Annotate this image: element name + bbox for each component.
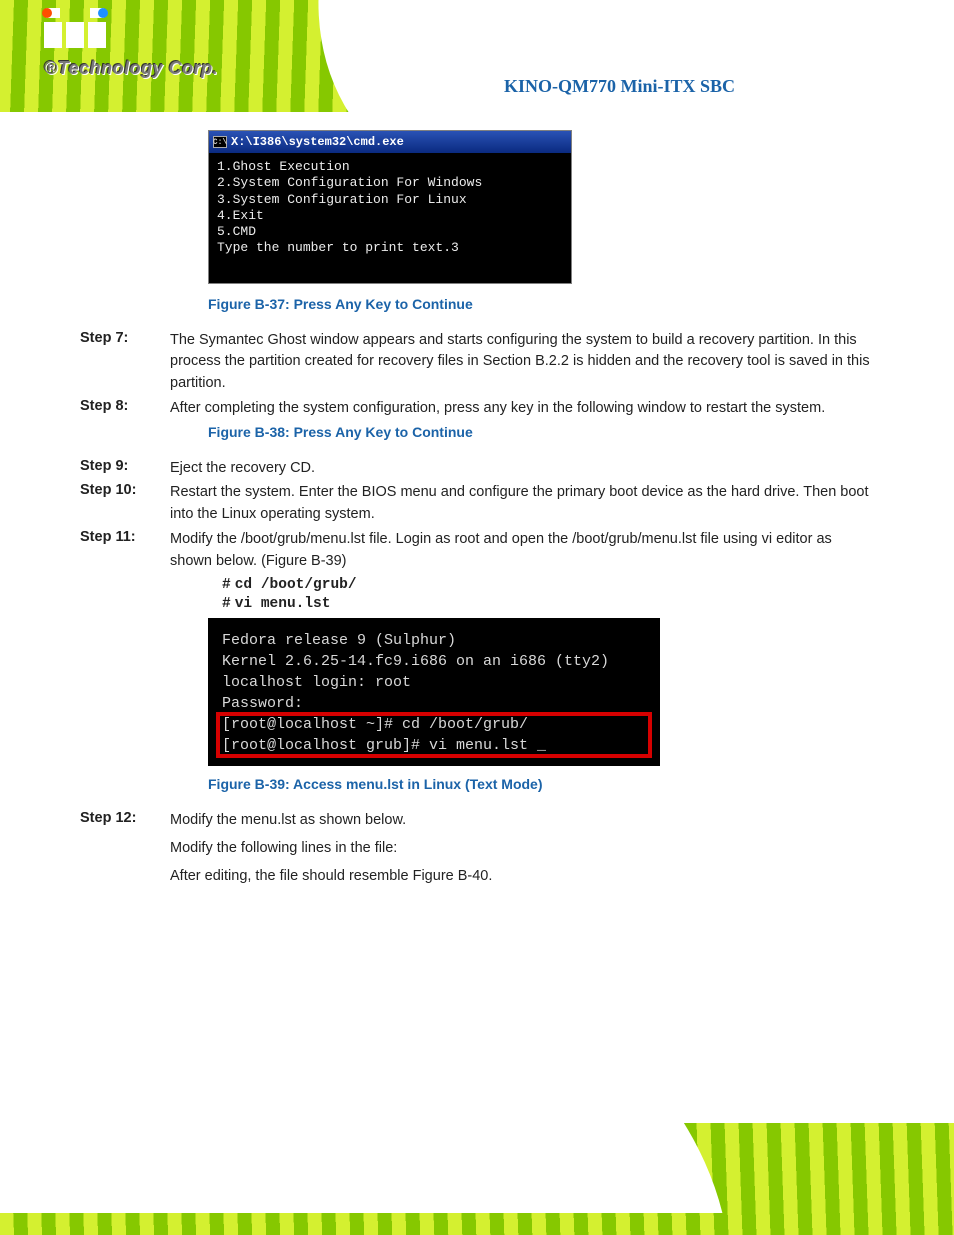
logo-text: ®Technology Corp.	[44, 58, 218, 79]
step-row: Step 9: Eject the recovery CD.	[80, 458, 874, 480]
cmd-line: 2.System Configuration For Windows	[217, 175, 482, 190]
figure-caption: Figure B-39: Access menu.lst in Linux (T…	[208, 776, 874, 792]
step-list: Step 12: Modify the menu.lst as shown be…	[80, 810, 874, 832]
logo-block: ®Technology Corp.	[44, 22, 218, 79]
cmd-titlebar: C:\ X:\I386\system32\cmd.exe	[209, 131, 571, 153]
cmd-title: X:\I386\system32\cmd.exe	[231, 135, 404, 149]
command-bullet: # cd /boot/grub/	[222, 576, 874, 593]
step-label: Step 10:	[80, 482, 170, 526]
cmd-line: 4.Exit	[217, 208, 264, 223]
step-row: Step 7: The Symantec Ghost window appear…	[80, 330, 874, 395]
page-content: C:\ X:\I386\system32\cmd.exe 1.Ghost Exe…	[0, 112, 954, 894]
cmd-line: 5.CMD	[217, 224, 256, 239]
step-label: Step 12:	[80, 810, 170, 832]
paragraph: Modify the following lines in the file:	[170, 838, 874, 860]
prompt: #	[222, 596, 231, 612]
step-label: Step 8:	[80, 398, 170, 420]
logo-letter	[44, 22, 62, 48]
product-title: KINO-QM770 Mini-ITX SBC	[504, 76, 735, 97]
header-banner: ®Technology Corp. KINO-QM770 Mini-ITX SB…	[0, 0, 954, 112]
figure-caption: Figure B-38: Press Any Key to Continue	[208, 424, 874, 440]
term-line: Fedora release 9 (Sulphur)	[208, 630, 660, 651]
step-text: Eject the recovery CD.	[170, 458, 874, 480]
step-label: Step 9:	[80, 458, 170, 480]
step-text: After completing the system configuratio…	[170, 398, 874, 420]
term-line: Password:	[208, 693, 660, 714]
step-row: Step 11: Modify the /boot/grub/menu.lst …	[80, 529, 874, 573]
step-text: Modify the /boot/grub/menu.lst file. Log…	[170, 529, 874, 573]
linux-terminal: Fedora release 9 (Sulphur) Kernel 2.6.25…	[208, 618, 660, 766]
step-list: Step 9: Eject the recovery CD. Step 10: …	[80, 458, 874, 573]
logo-letter	[66, 22, 84, 48]
command-text: cd /boot/grub/	[235, 577, 357, 593]
cmd-icon: C:\	[213, 136, 227, 148]
logo-letter	[88, 22, 106, 48]
step-label: Step 11:	[80, 529, 170, 573]
figure-caption: Figure B-37: Press Any Key to Continue	[208, 296, 874, 312]
step-text: Restart the system. Enter the BIOS menu …	[170, 482, 874, 526]
logo-prefix: ®	[44, 58, 58, 78]
footer-banner	[0, 1123, 954, 1235]
step-label: Step 7:	[80, 330, 170, 395]
term-line: [root@localhost grub]# vi menu.lst _	[208, 735, 660, 756]
step-list: Step 7: The Symantec Ghost window appear…	[80, 330, 874, 420]
cmd-body: 1.Ghost Execution 2.System Configuration…	[209, 153, 571, 283]
term-line: Kernel 2.6.25-14.fc9.i686 on an i686 (tt…	[208, 651, 660, 672]
logo-name: Technology Corp.	[58, 58, 218, 78]
term-line: localhost login: root	[208, 672, 660, 693]
cmd-line: Type the number to print text.3	[217, 240, 459, 255]
prompt: #	[222, 577, 231, 593]
cmd-line: 1.Ghost Execution	[217, 159, 350, 174]
cmd-window: C:\ X:\I386\system32\cmd.exe 1.Ghost Exe…	[208, 130, 572, 284]
logo-glyphs	[44, 22, 218, 48]
step-row: Step 12: Modify the menu.lst as shown be…	[80, 810, 874, 832]
step-text: The Symantec Ghost window appears and st…	[170, 330, 874, 395]
step-row: Step 8: After completing the system conf…	[80, 398, 874, 420]
term-line: [root@localhost ~]# cd /boot/grub/	[208, 714, 660, 735]
command-bullet: # vi menu.lst	[222, 595, 874, 612]
command-text: vi menu.lst	[235, 596, 331, 612]
command-bullets: # cd /boot/grub/ # vi menu.lst	[222, 576, 874, 612]
paragraph: After editing, the file should resemble …	[170, 866, 874, 888]
step-text: Modify the menu.lst as shown below.	[170, 810, 874, 832]
step-row: Step 10: Restart the system. Enter the B…	[80, 482, 874, 526]
cmd-line: 3.System Configuration For Linux	[217, 192, 467, 207]
